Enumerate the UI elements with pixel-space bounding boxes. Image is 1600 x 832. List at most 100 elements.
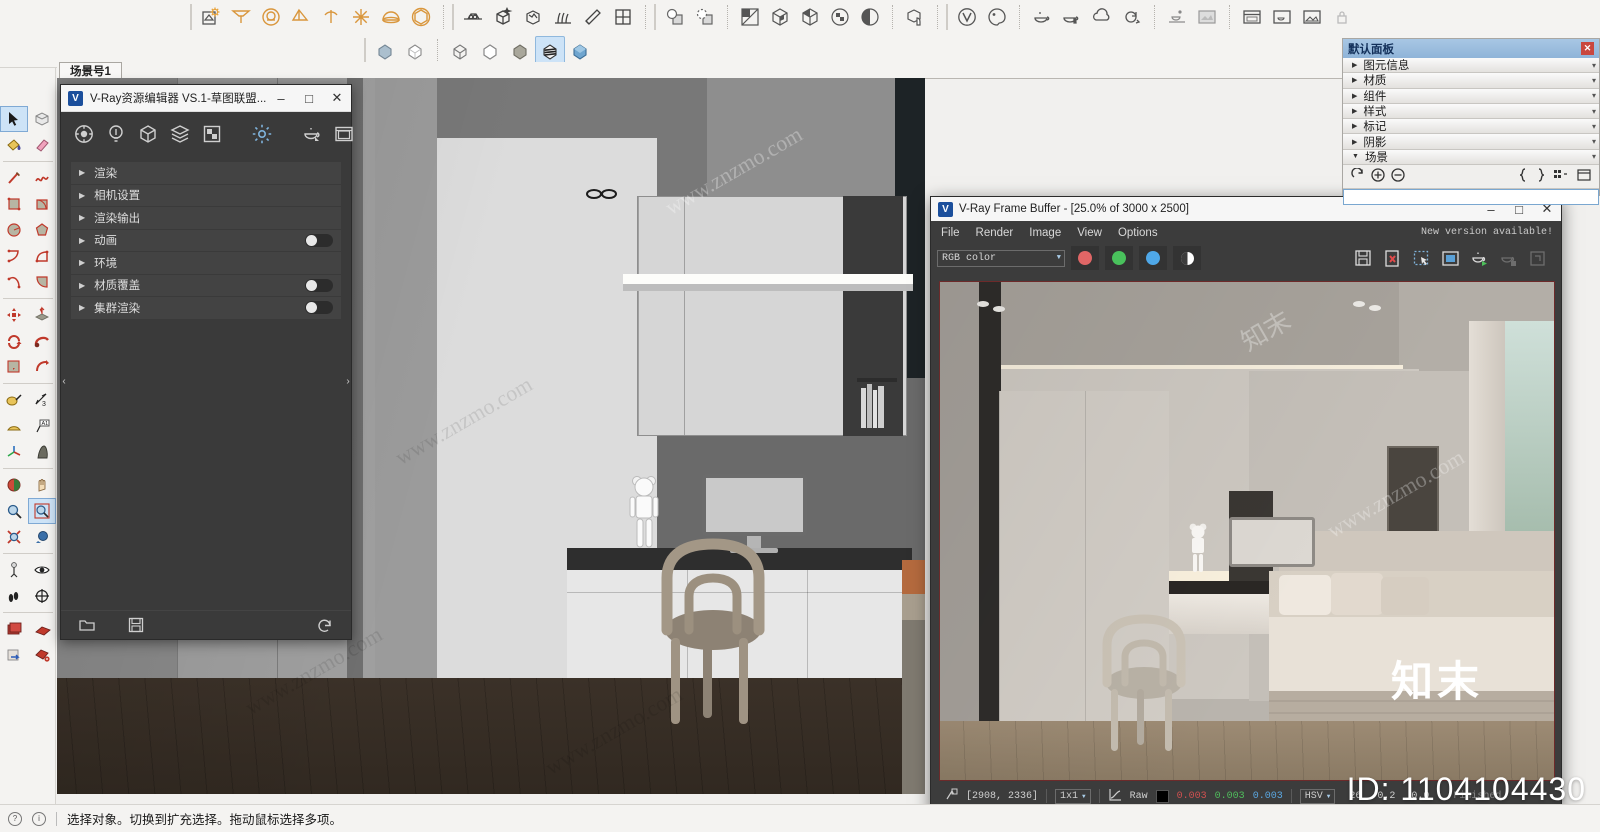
make-component-tool[interactable] bbox=[28, 106, 56, 132]
axes-tool[interactable] bbox=[0, 439, 28, 465]
previous-view-tool[interactable] bbox=[28, 524, 56, 550]
tray-section-styles[interactable]: ▶ 样式 ▾ bbox=[1343, 103, 1599, 120]
collapse-right-handle[interactable]: › bbox=[343, 370, 353, 392]
section-menu-icon[interactable]: ▾ bbox=[1592, 76, 1596, 85]
offset-tool[interactable] bbox=[28, 354, 56, 380]
default-tray-panel[interactable]: 默认面板 ✕ ▶ 图元信息 ▾ ▶ 材质 ▾ ▶ 组件 ▾ ▶ 样式 ▾ ▶ 标… bbox=[1342, 38, 1600, 206]
scene-details-icon[interactable] bbox=[1577, 168, 1591, 185]
channel-select[interactable]: RGB color ▼ bbox=[937, 249, 1065, 267]
vray-fur-icon[interactable] bbox=[548, 2, 578, 32]
move-tool[interactable] bbox=[0, 302, 28, 328]
circle-tool[interactable] bbox=[0, 217, 28, 243]
vray-section-render[interactable]: ▶ 渲染 bbox=[71, 162, 341, 185]
clear-image-icon[interactable] bbox=[1380, 246, 1404, 270]
toolbar-grip[interactable] bbox=[653, 4, 658, 30]
text-tool[interactable]: A1 bbox=[28, 413, 56, 439]
menu-file[interactable]: File bbox=[941, 227, 960, 239]
open-folder-icon[interactable] bbox=[75, 613, 99, 637]
scene-view-options-icon[interactable] bbox=[1553, 168, 1571, 185]
checker-half-icon[interactable] bbox=[855, 2, 885, 32]
vray-proxy-preview-icon[interactable] bbox=[518, 2, 548, 32]
textures-icon[interactable] bbox=[201, 122, 223, 146]
stop-render-icon[interactable] bbox=[1496, 246, 1520, 270]
green-channel-button[interactable] bbox=[1105, 246, 1133, 270]
color-space-select[interactable]: HSV ▼ bbox=[1299, 788, 1336, 804]
track-mouse-icon[interactable] bbox=[1525, 246, 1549, 270]
section-plane-tool[interactable] bbox=[28, 583, 56, 609]
toolbar-grip[interactable] bbox=[451, 4, 456, 30]
rectangle-tool[interactable] bbox=[0, 191, 28, 217]
tray-section-scenes[interactable]: ▼ 场景 ▾ bbox=[1343, 149, 1599, 166]
arc-tool[interactable] bbox=[0, 243, 28, 269]
vray-asset-editor-window[interactable]: V V-Ray资源编辑器 VS.1-草图联盟... – □ ✕ ▶ 渲染 ▶ 相… bbox=[59, 84, 355, 640]
three-point-arc-tool[interactable] bbox=[0, 269, 28, 295]
vray-scene-export-icon[interactable] bbox=[690, 2, 720, 32]
remove-scene-icon[interactable] bbox=[1391, 168, 1405, 185]
vray-asset-editor-icon[interactable] bbox=[196, 2, 226, 32]
polygon-tool[interactable] bbox=[28, 217, 56, 243]
vray-frame-buffer-window[interactable]: V V-Ray Frame Buffer - [25.0% of 3000 x … bbox=[930, 196, 1562, 816]
zoom-tool[interactable] bbox=[0, 498, 28, 524]
save-icon[interactable] bbox=[124, 613, 148, 637]
push-pull-tool[interactable] bbox=[28, 302, 56, 328]
region-render-icon[interactable] bbox=[1409, 246, 1433, 270]
toolbar-grip[interactable] bbox=[363, 38, 368, 64]
vray-section-animation[interactable]: ▶ 动画 bbox=[71, 229, 341, 252]
paint-bucket-tool[interactable] bbox=[0, 132, 28, 158]
animation-toggle[interactable] bbox=[305, 233, 333, 247]
uvw-checker-icon[interactable] bbox=[735, 2, 765, 32]
add-scene-icon[interactable] bbox=[1371, 168, 1385, 185]
vray-sphere-light-icon[interactable] bbox=[256, 2, 286, 32]
lights-icon[interactable] bbox=[105, 122, 127, 146]
tray-section-materials[interactable]: ▶ 材质 ▾ bbox=[1343, 73, 1599, 89]
vray-rectangle-light-icon[interactable] bbox=[226, 2, 256, 32]
frame-buffer-icon[interactable] bbox=[333, 122, 355, 146]
section-menu-icon[interactable]: ▾ bbox=[1592, 122, 1596, 131]
tray-section-tags[interactable]: ▶ 标记 ▾ bbox=[1343, 119, 1599, 135]
walk-tool[interactable] bbox=[0, 583, 28, 609]
rotate-tool[interactable] bbox=[0, 328, 28, 354]
save-image-icon[interactable] bbox=[1351, 246, 1375, 270]
menu-options[interactable]: Options bbox=[1118, 227, 1158, 239]
section-menu-icon[interactable]: ▾ bbox=[1592, 107, 1596, 116]
alpha-channel-button[interactable] bbox=[1173, 246, 1201, 270]
vray-frame-buffer-icon[interactable] bbox=[1192, 2, 1222, 32]
dimension-tool[interactable]: 3 bbox=[28, 387, 56, 413]
select-tool[interactable] bbox=[0, 106, 28, 132]
context-help-icon[interactable]: ? bbox=[8, 811, 22, 826]
collapse-left-handle[interactable]: ‹ bbox=[59, 370, 69, 392]
follow-me-tool[interactable] bbox=[28, 328, 56, 354]
menu-render[interactable]: Render bbox=[976, 227, 1014, 239]
export-tool[interactable] bbox=[0, 642, 28, 668]
tray-section-shadows[interactable]: ▶ 阴影 ▾ bbox=[1343, 134, 1599, 150]
refresh-scene-icon[interactable] bbox=[1351, 167, 1365, 185]
red-channel-button[interactable] bbox=[1071, 246, 1099, 270]
vfb-rendered-image[interactable]: 知末 www.znzmo.com 知末 bbox=[939, 281, 1555, 781]
vray-scene-import-icon[interactable] bbox=[660, 2, 690, 32]
move-scene-left-icon[interactable] bbox=[1517, 168, 1529, 185]
section-menu-icon[interactable]: ▾ bbox=[1592, 152, 1596, 161]
section-menu-icon[interactable]: ▾ bbox=[1592, 91, 1596, 100]
position-camera-tool[interactable] bbox=[0, 557, 28, 583]
vray-proxy-icon[interactable] bbox=[488, 2, 518, 32]
vray-clipper-icon[interactable] bbox=[578, 2, 608, 32]
section-menu-icon[interactable]: ▾ bbox=[1592, 61, 1596, 70]
vray-section-material-override[interactable]: ▶ 材质覆盖 bbox=[71, 274, 341, 297]
revert-icon[interactable] bbox=[313, 613, 337, 637]
update-scene-tool[interactable] bbox=[28, 616, 56, 642]
vray-section-environment[interactable]: ▶ 环境 bbox=[71, 252, 341, 275]
3d-text-tool[interactable] bbox=[28, 439, 56, 465]
zoom-window-tool[interactable] bbox=[28, 498, 56, 524]
new-version-notice[interactable]: New version available! bbox=[1421, 227, 1553, 238]
vray-section-swarm[interactable]: ▶ 集群渲染 bbox=[71, 297, 341, 320]
eraser-tool[interactable] bbox=[28, 132, 56, 158]
vray-mesh-light-icon[interactable] bbox=[406, 2, 436, 32]
zoom-extents-tool[interactable] bbox=[0, 524, 28, 550]
render-last-icon[interactable] bbox=[1467, 246, 1491, 270]
line-tool[interactable] bbox=[0, 165, 28, 191]
vray-decal-icon[interactable] bbox=[608, 2, 638, 32]
pie-tool[interactable] bbox=[28, 269, 56, 295]
vray-badge-icon[interactable] bbox=[952, 2, 982, 32]
vray-render-icon[interactable] bbox=[1027, 2, 1057, 32]
vray-palette-icon[interactable] bbox=[982, 2, 1012, 32]
